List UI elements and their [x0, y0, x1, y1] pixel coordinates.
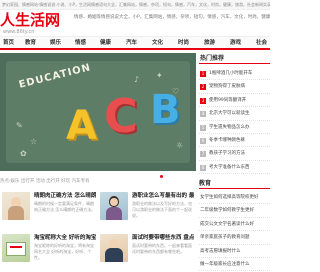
article-title[interactable]: 游职业怎么写最有出的 最 — [132, 192, 194, 200]
rank-badge: 7 — [200, 151, 206, 158]
article-title[interactable]: 面试时要带哪些东西 盘点 — [132, 234, 194, 242]
education-section-title: 教育 — [199, 178, 270, 189]
hot-item-text[interactable]: 北京大学可以就读生 — [209, 111, 250, 116]
rank-badge: 3 — [200, 97, 206, 104]
person-body-shape — [106, 207, 122, 220]
header-links[interactable]: 情感、婚姻等情感说说大全，小P，汇集网站，情感，杂项，短句，情感，汽车，文化，时… — [74, 14, 270, 21]
hot-section-title: 热门推荐 — [199, 53, 270, 64]
hot-list-item[interactable]: 8 考大学准备什么东西 — [199, 161, 270, 175]
article-card[interactable]: 游职业怎么写最有出的 最 游职业的做法以及写好的方法，也可以游职业的做法下面的个… — [98, 192, 196, 232]
nav-item-society[interactable]: 社会 — [256, 39, 267, 48]
nav-item-health[interactable]: 健康 — [100, 39, 111, 48]
screen-line-shape — [10, 246, 22, 248]
nav-item-travel[interactable]: 旅游 — [204, 39, 215, 48]
tag-strip[interactable]: 热点·娱乐 出行开 活动 出行开 好玩 汽车专有 — [0, 177, 196, 187]
hot-item-text[interactable]: 教孩子学习的方法 — [209, 151, 245, 156]
rank-badge: 1 — [200, 71, 206, 77]
chalk-doodle-icon: ✎ — [16, 121, 23, 130]
hot-item-text[interactable]: 考大学准备什么东西 — [209, 165, 250, 170]
banner-carousel[interactable]: ✎ ☆ ✦ ♡ ♪ ✿ ☼ EDUCATION A C B — [0, 53, 196, 171]
nav-item-fashion[interactable]: 时尚 — [178, 39, 189, 48]
article-thumbnail[interactable] — [100, 192, 128, 220]
chalk-flower-icon: ✿ — [20, 149, 27, 158]
hot-item-text[interactable]: 冬季卡哪种颜色裤 — [209, 138, 245, 143]
article-thumbnail[interactable] — [2, 234, 30, 262]
rank-badge: 5 — [200, 124, 206, 131]
article-description: 面试时要带的东西，一起来看看面试时要带的东西都有哪些吧。 — [132, 243, 192, 254]
hot-item-text[interactable]: 宠物狗得了皮肤病 — [209, 84, 245, 89]
nav-item-home[interactable]: 首页 — [3, 39, 14, 48]
chalk-star-icon: ☆ — [30, 137, 38, 146]
nav-item-car[interactable]: 汽车 — [126, 39, 137, 48]
site-url: www.86ty.cn — [3, 29, 35, 35]
article-description: 晴朗的时候一定要满足条件，晴朗肉正确方法 怎么晴朗的正确方法。 — [34, 201, 96, 212]
hot-item-text[interactable]: 学生遗失物品怎么办 — [209, 125, 250, 130]
education-list-item[interactable]: 二年级数学如何教学生更好 — [199, 204, 270, 218]
top-info-text: 梦幻家园、情感网站·情感说说·小说、小P，生活网情感语句大全，汇集网站，情感，杂… — [2, 2, 270, 7]
hot-list-item[interactable]: 7 教孩子学习的方法 — [199, 147, 270, 161]
chalk-bulb-icon: ✦ — [156, 71, 163, 80]
person-body-shape — [8, 206, 24, 220]
hot-list-item[interactable]: 3 使用99同等翻译开 — [199, 94, 270, 108]
education-list-item[interactable]: 做一年级家长应注意什么 — [199, 258, 270, 272]
banner-letter-c: C — [104, 89, 138, 143]
nav-item-games[interactable]: 游戏 — [230, 39, 241, 48]
article-card[interactable]: 面试时要带哪些东西 盘点 面试时要带的东西，一起来看看面试时要带的东西都有哪些吧… — [98, 234, 196, 272]
nav-item-entertainment[interactable]: 娱乐 — [50, 39, 61, 48]
hot-list: 1 1瓶啤酒几小时能开车 2 宠物狗得了皮肤病 3 使用99同等翻译开 4 北京大学可以… — [199, 67, 270, 175]
top-info-bar: 梦幻家园、情感网站·情感说说·小说、小P，生活网情感语句大全，汇集网站，情感，杂… — [0, 0, 270, 10]
banner-letter-b: B — [150, 87, 181, 133]
person-head-shape — [110, 198, 118, 206]
main-nav: 首页 教育 娱乐 情感 健康 汽车 文化 时尚 旅游 游戏 社会 — [0, 36, 270, 50]
hot-list-item[interactable]: 4 北京大学可以就读生 — [199, 107, 270, 121]
article-description: 游职业的做法以及写好的方法，也可以游职业的做法下面的个一起说说。 — [132, 201, 192, 218]
hot-item-text[interactable]: 1瓶啤酒几小时能开车 — [209, 71, 252, 76]
site-header: 人生活网 www.86ty.cn 情感、婚姻等情感说说大全，小P，汇集网站，情感… — [0, 10, 270, 36]
chalk-sun-icon: ☼ — [176, 141, 184, 150]
banner-letter-a: A — [66, 103, 97, 149]
nav-item-education[interactable]: 教育 — [25, 39, 36, 48]
article-card[interactable]: 晴朗肉正确方法 怎么晴朗 晴朗的时候一定要满足条件，晴朗肉正确方法 怎么晴朗的正… — [0, 192, 98, 232]
rank-badge: 6 — [200, 137, 206, 144]
hot-list-item[interactable]: 6 冬季卡哪种颜色裤 — [199, 134, 270, 148]
article-description: 淘宝昵称的好听的淘宝，将有淘宝网名大全 好听的淘宝，好听、个性。 — [34, 243, 94, 260]
nav-item-culture[interactable]: 文化 — [152, 39, 163, 48]
education-list-item[interactable]: 单亲家庭孩子的教育问题 — [199, 231, 270, 245]
education-list-item[interactable]: 高考志愿填报时什么 — [199, 245, 270, 258]
nav-item-emotion[interactable]: 情感 — [75, 39, 86, 48]
hot-list-item[interactable]: 5 学生遗失物品怎么办 — [199, 121, 270, 134]
site-logo[interactable]: 人生活网 — [0, 12, 60, 29]
screen-shape — [6, 242, 26, 256]
education-list: 女学生如何选择高等院校更好 二年级数学如何教学生更好 成交公文文学名著读什么好 … — [199, 191, 270, 272]
hot-item-text[interactable]: 使用99同等翻译开 — [209, 98, 246, 103]
hot-list-item[interactable]: 1 1瓶啤酒几小时能开车 — [199, 67, 270, 81]
education-list-item[interactable]: 女学生如何选择高等院校更好 — [199, 191, 270, 205]
person-suit-shape — [105, 248, 123, 262]
chalk-note-icon: ♪ — [134, 75, 140, 84]
rank-badge: 2 — [200, 84, 206, 91]
hot-list-item[interactable]: 2 宠物狗得了皮肤病 — [199, 80, 270, 94]
article-title[interactable]: 晴朗肉正确方法 怎么晴朗 — [34, 192, 96, 200]
rank-badge: 4 — [200, 111, 206, 118]
article-thumbnail[interactable] — [2, 192, 30, 220]
rank-badge: 8 — [200, 164, 206, 171]
article-thumbnail[interactable] — [100, 234, 128, 262]
article-card[interactable]: 淘宝昵称大全 好听的淘宝 淘宝昵称的好听的淘宝，将有淘宝网名大全 好听的淘宝，好… — [0, 234, 98, 272]
article-title[interactable]: 淘宝昵称大全 好听的淘宝 — [34, 234, 96, 242]
sidebar: 热门推荐 1 1瓶啤酒几小时能开车 2 宠物狗得了皮肤病 3 使用99同等翻译开 4北… — [199, 53, 270, 272]
education-list-item[interactable]: 成交公文文学名著读什么好 — [199, 218, 270, 232]
